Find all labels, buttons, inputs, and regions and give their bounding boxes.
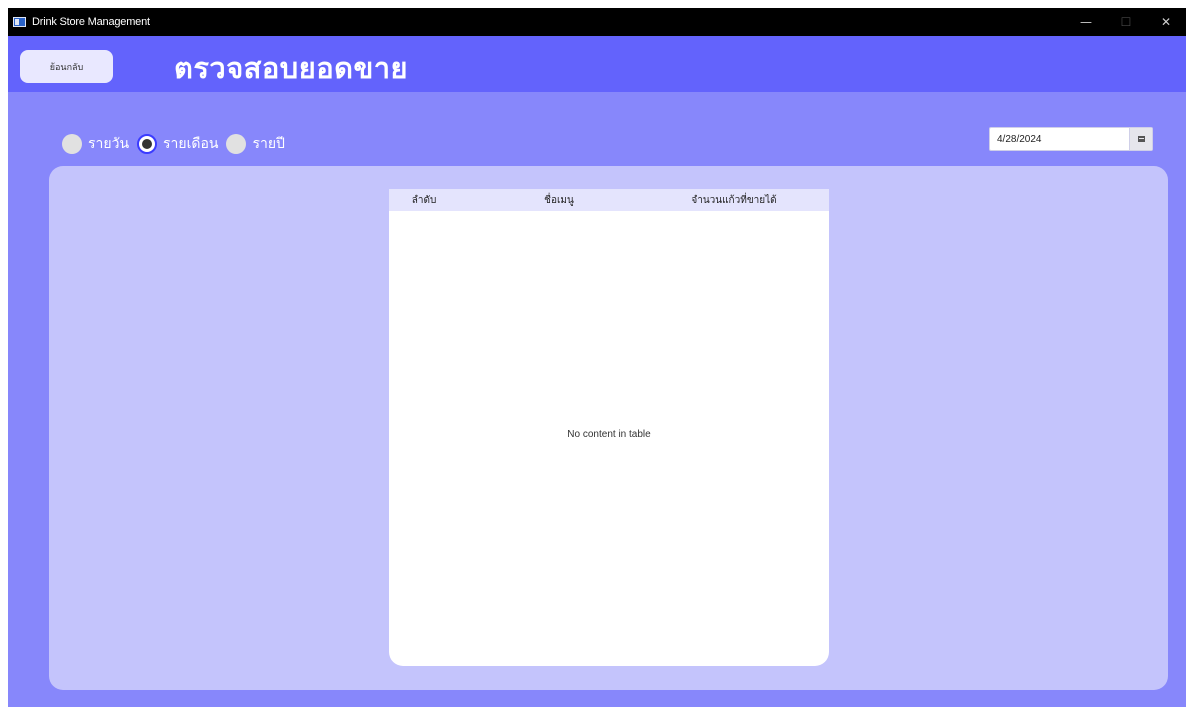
date-input[interactable]: 4/28/2024 [990,134,1129,145]
date-picker-button[interactable] [1129,128,1152,150]
content-panel: ลำดับ ชื่อเมนู จำนวนแก้วที่ขายได้ No con… [49,166,1168,690]
radio-button[interactable] [62,134,82,154]
radio-label-monthly: รายเดือน [163,136,219,152]
back-button[interactable]: ย้อนกลับ [20,50,113,83]
app-window: Drink Store Management — ☐ ✕ ย้อนกลับ ตร… [8,8,1186,707]
radio-daily[interactable]: รายวัน [62,133,129,155]
radio-button[interactable] [226,134,247,154]
page-header: ย้อนกลับ ตรวจสอบยอดขาย [8,36,1186,92]
window-controls: — ☐ ✕ [1066,8,1186,36]
radio-label-daily: รายวัน [88,136,130,152]
radio-label-yearly: รายปี [252,136,285,152]
close-button[interactable]: ✕ [1146,8,1186,36]
radio-yearly[interactable]: รายปี [226,133,285,155]
radio-button-selected[interactable] [137,134,158,154]
maximize-button[interactable]: ☐ [1106,8,1146,36]
minimize-button[interactable]: — [1066,8,1106,36]
column-header-menu-name[interactable]: ชื่อเมนู [459,193,659,208]
title-bar[interactable]: Drink Store Management — ☐ ✕ [8,8,1186,36]
window-title: Drink Store Management [32,16,150,28]
column-header-rank[interactable]: ลำดับ [389,193,459,208]
radio-monthly[interactable]: รายเดือน [137,133,218,155]
sales-table[interactable]: ลำดับ ชื่อเมนู จำนวนแก้วที่ขายได้ No con… [389,189,829,666]
table-empty-message: No content in table [567,429,651,440]
app-icon [13,17,26,27]
date-picker[interactable]: 4/28/2024 [989,127,1153,151]
table-header: ลำดับ ชื่อเมนู จำนวนแก้วที่ขายได้ [389,189,829,211]
calendar-icon [1137,136,1145,142]
column-header-cups-sold[interactable]: จำนวนแก้วที่ขายได้ [659,193,809,208]
period-radio-group: รายวัน รายเดือน รายปี [62,132,293,156]
page-title: ตรวจสอบยอดขาย [174,51,409,85]
